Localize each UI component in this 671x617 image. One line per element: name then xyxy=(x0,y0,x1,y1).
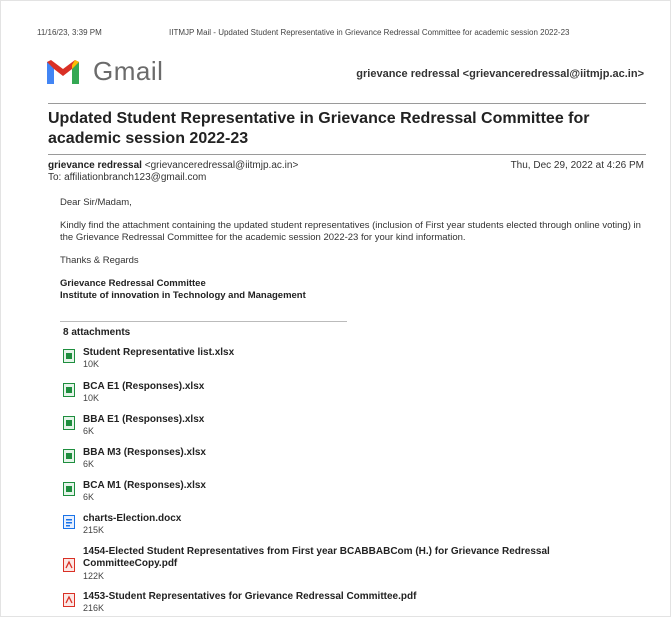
page-frame: 11/16/23, 3:39 PM IITMJP Mail - Updated … xyxy=(0,0,671,617)
attachments-divider xyxy=(60,321,347,322)
signature-line: Grievance Redressal Committee xyxy=(60,278,206,289)
attachment-size: 6K xyxy=(83,459,95,469)
divider xyxy=(48,154,646,155)
attachment-size: 215K xyxy=(83,525,105,535)
closing: Thanks & Regards xyxy=(60,255,139,266)
print-page-title: IITMJP Mail - Updated Student Representa… xyxy=(169,28,570,37)
attachment-size: 10K xyxy=(83,359,100,369)
attachments-count: 8 attachments xyxy=(63,327,131,338)
attachment-name[interactable]: 1454-Elected Student Representatives fro… xyxy=(83,546,623,570)
attachment-name[interactable]: BBA E1 (Responses).xlsx xyxy=(83,414,623,426)
pdf-file-icon xyxy=(63,593,75,607)
signature: Grievance Redressal Committee Institute … xyxy=(60,278,650,302)
recipient-line: To: affiliationbranch123@gmail.com xyxy=(48,172,207,183)
sender-name: grievance redressal xyxy=(48,160,142,171)
gmail-wordmark: Gmail xyxy=(93,56,164,86)
email-body: Dear Sir/Madam, Kindly find the attachme… xyxy=(60,197,650,302)
attachment-name[interactable]: Student Representative list.xlsx xyxy=(83,347,623,359)
attachment-size: 6K xyxy=(83,492,95,502)
email-date: Thu, Dec 29, 2022 at 4:26 PM xyxy=(510,160,644,171)
attachment-size: 216K xyxy=(83,603,105,613)
print-datetime: 11/16/23, 3:39 PM xyxy=(37,28,102,37)
attachment-size: 10K xyxy=(83,393,100,403)
account-label: grievance redressal <grievanceredressal@… xyxy=(356,68,644,80)
attachment-name[interactable]: BCA E1 (Responses).xlsx xyxy=(83,381,623,393)
divider xyxy=(48,103,646,104)
attachment-name[interactable]: 1453-Student Representatives for Grievan… xyxy=(83,591,623,603)
attachment-size: 6K xyxy=(83,426,95,436)
xlsx-file-icon xyxy=(63,349,75,363)
greeting: Dear Sir/Madam, xyxy=(60,197,132,208)
gmail-m-icon xyxy=(47,59,79,84)
signature-line: Institute of innovation in Technology an… xyxy=(60,290,306,301)
gmail-logo[interactable]: Gmail xyxy=(45,56,163,87)
attachment-name[interactable]: BBA M3 (Responses).xlsx xyxy=(83,447,623,459)
xlsx-file-icon xyxy=(63,449,75,463)
pdf-file-icon xyxy=(63,558,75,572)
attachment-name[interactable]: BCA M1 (Responses).xlsx xyxy=(83,480,623,492)
attachment-size: 122K xyxy=(83,571,105,581)
xlsx-file-icon xyxy=(63,416,75,430)
email-subject: Updated Student Representative in Grieva… xyxy=(48,110,590,147)
attachment-name[interactable]: charts-Election.docx xyxy=(83,513,623,525)
docx-file-icon xyxy=(63,515,75,529)
sender-line: grievance redressal <grievanceredressal@… xyxy=(48,160,298,171)
xlsx-file-icon xyxy=(63,482,75,496)
xlsx-file-icon xyxy=(63,383,75,397)
sender-email[interactable]: <grievanceredressal@iitmjp.ac.in> xyxy=(145,160,299,171)
body-paragraph: Kindly find the attachment containing th… xyxy=(60,220,641,243)
